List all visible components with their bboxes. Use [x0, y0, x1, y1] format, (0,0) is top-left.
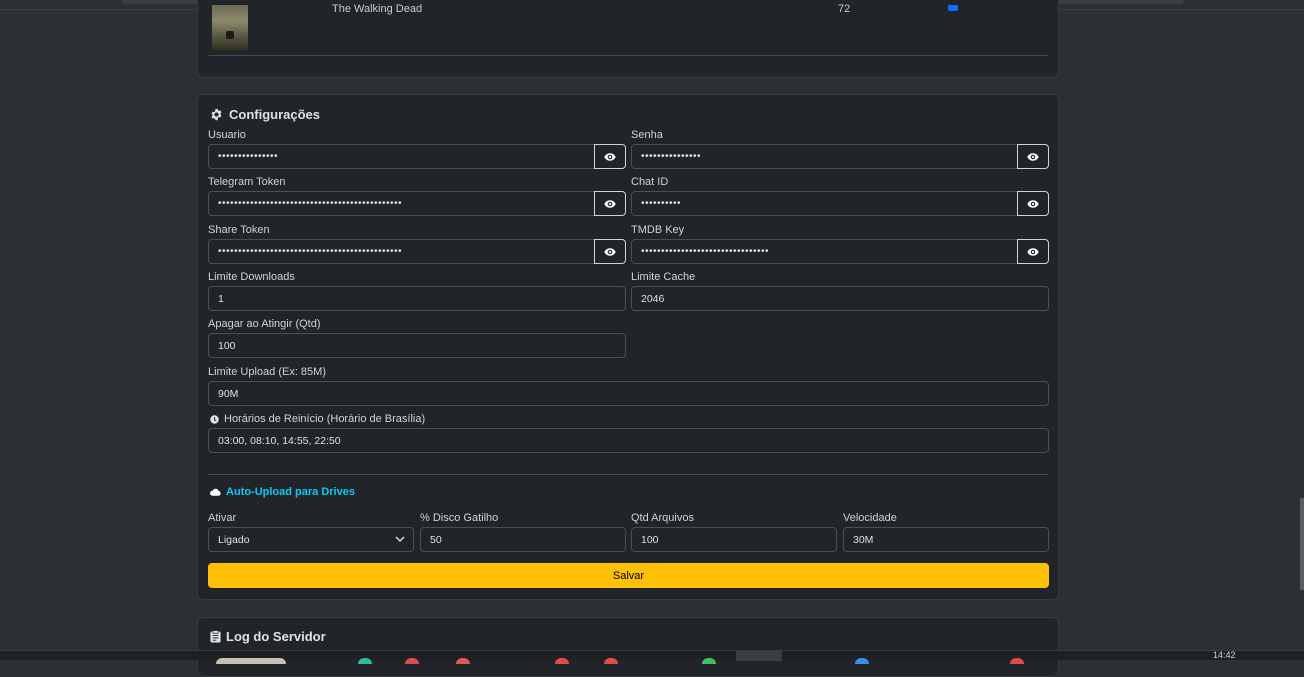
apagar-label: Apagar ao Atingir (Qtd): [208, 318, 321, 330]
taskbar-app-icon[interactable]: [456, 658, 470, 664]
limite-cache-input[interactable]: 2046: [631, 286, 1049, 311]
senha-toggle-button[interactable]: [1017, 144, 1049, 169]
tmdb-key-toggle-button[interactable]: [1017, 239, 1049, 264]
eye-icon: [1027, 152, 1039, 161]
series-count: 72: [838, 3, 851, 15]
gear-icon: [211, 108, 222, 121]
auto-upload-title: Auto-Upload para Drives: [210, 486, 355, 498]
taskbar-app-icon[interactable]: [555, 658, 569, 664]
eye-icon: [604, 152, 616, 161]
ativar-label: Ativar: [208, 512, 237, 524]
row-divider: [208, 55, 1048, 56]
taskbar-app-icon[interactable]: [604, 658, 618, 664]
page-scrollbar[interactable]: [1300, 498, 1304, 590]
series-title: The Walking Dead: [332, 3, 423, 15]
series-poster: [212, 5, 248, 51]
config-title: Configurações: [210, 107, 320, 122]
taskbar-thumbnail[interactable]: [216, 658, 286, 664]
telegram-token-toggle-button[interactable]: [594, 191, 626, 216]
disco-input[interactable]: 50: [420, 527, 626, 552]
clock-icon: [210, 414, 219, 424]
senha-label: Senha: [631, 129, 663, 141]
taskbar-app-icon[interactable]: [358, 658, 372, 664]
save-button[interactable]: Salvar: [208, 563, 1049, 588]
usuario-toggle-button[interactable]: [594, 144, 626, 169]
qtd-label: Qtd Arquivos: [631, 512, 694, 524]
limite-downloads-label: Limite Downloads: [208, 271, 295, 283]
usuario-label: Usuario: [208, 129, 246, 141]
senha-input[interactable]: •••••••••••••••: [631, 144, 1018, 169]
chat-id-label: Chat ID: [631, 176, 669, 188]
disco-label: % Disco Gatilho: [420, 512, 499, 524]
velocidade-label: Velocidade: [843, 512, 897, 524]
horarios-label-text: Horários de Reinício (Horário de Brasíli…: [224, 413, 426, 425]
taskbar-app-icon[interactable]: [405, 658, 419, 664]
eye-icon: [1027, 199, 1039, 208]
velocidade-input[interactable]: 30M: [843, 527, 1049, 552]
auto-upload-title-text: Auto-Upload para Drives: [226, 486, 355, 498]
chevron-down-icon: [395, 536, 405, 542]
eye-icon: [604, 199, 616, 208]
taskbar: 14:42: [0, 650, 1304, 664]
log-card: Log do Servidor: [197, 617, 1059, 677]
log-title-text: Log do Servidor: [226, 629, 326, 644]
chat-id-input[interactable]: ••••••••••: [631, 191, 1018, 216]
telegram-token-label: Telegram Token: [208, 176, 286, 188]
eye-icon: [604, 247, 616, 256]
chat-id-toggle-button[interactable]: [1017, 191, 1049, 216]
config-title-text: Configurações: [229, 107, 321, 122]
series-list-card: The Walking Dead 72: [197, 0, 1059, 78]
tmdb-key-input[interactable]: ••••••••••••••••••••••••••••••••: [631, 239, 1018, 264]
share-token-label: Share Token: [208, 224, 270, 236]
limite-upload-label: Limite Upload (Ex: 85M): [208, 366, 326, 378]
config-card: Configurações Usuario ••••••••••••••• Se…: [197, 94, 1059, 600]
row-checkbox[interactable]: [948, 5, 958, 11]
ativar-select-value: Ligado: [218, 533, 250, 546]
usuario-input[interactable]: •••••••••••••••: [208, 144, 595, 169]
apagar-input[interactable]: 100: [208, 333, 626, 358]
share-token-input[interactable]: ••••••••••••••••••••••••••••••••••••••••…: [208, 239, 595, 264]
qtd-input[interactable]: 100: [631, 527, 837, 552]
share-token-toggle-button[interactable]: [594, 239, 626, 264]
taskbar-app-icon[interactable]: [1010, 658, 1024, 664]
taskbar-app-icon[interactable]: [702, 658, 716, 664]
limite-upload-input[interactable]: 90M: [208, 381, 1049, 406]
telegram-token-input[interactable]: ••••••••••••••••••••••••••••••••••••••••…: [208, 191, 595, 216]
eye-icon: [1027, 247, 1039, 256]
tmdb-key-label: TMDB Key: [631, 224, 685, 236]
limite-downloads-input[interactable]: 1: [208, 286, 626, 311]
horarios-label: Horários de Reinício (Horário de Brasíli…: [210, 413, 425, 425]
taskbar-clock: 14:42: [1213, 650, 1236, 660]
cloud-icon: [210, 488, 221, 496]
section-divider: [208, 474, 1048, 475]
limite-cache-label: Limite Cache: [631, 271, 696, 283]
ativar-select[interactable]: Ligado: [208, 527, 414, 552]
horarios-input[interactable]: 03:00, 08:10, 14:55, 22:50: [208, 428, 1049, 453]
clipboard-icon: [210, 630, 221, 643]
taskbar-app-icon[interactable]: [855, 658, 869, 664]
log-title: Log do Servidor: [210, 629, 326, 644]
